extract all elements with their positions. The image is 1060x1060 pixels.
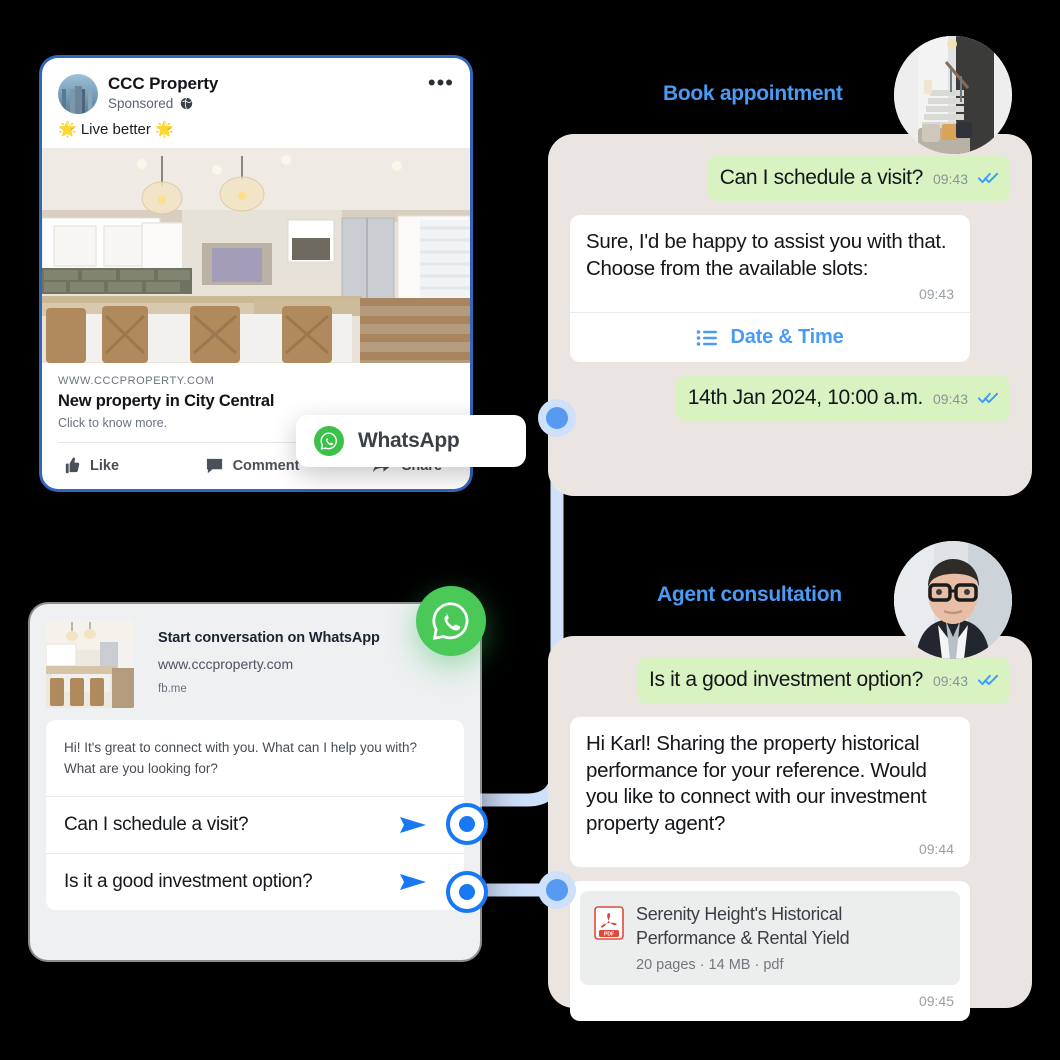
message-text: Can I schedule a visit? (719, 166, 924, 189)
list-icon (697, 329, 718, 346)
whatsapp-icon (432, 602, 469, 640)
message-text: Hi Karl! Sharing the property historical… (586, 731, 927, 835)
message-row-outgoing: Is it a good investment option? 09:43 (570, 658, 1010, 703)
message-time: 09:43 (932, 391, 968, 408)
page-name: CCC Property (108, 74, 219, 93)
message-time: 09:44 (918, 841, 954, 858)
slot-card-time: 09:43 (918, 286, 954, 303)
like-label: Like (90, 457, 120, 474)
message-row-outgoing: 14th Jan 2024, 10:00 a.m. 09:43 (570, 376, 1010, 422)
quick-reply-option-1[interactable]: Can I schedule a visit? (46, 795, 464, 853)
read-ticks-icon (978, 172, 998, 184)
comment-icon (206, 458, 222, 474)
quick-reply-label-2: Is it a good investment option? (64, 870, 313, 892)
message-time: 09:43 (932, 673, 968, 689)
sponsored-label: Sponsored (108, 95, 174, 111)
thumbs-up-icon (65, 457, 80, 474)
globe-icon (181, 97, 193, 109)
slot-card-text: Sure, I'd be happy to assist you with th… (586, 229, 947, 280)
message-time: 09:43 (932, 171, 968, 187)
quick-reply-node-1 (446, 803, 488, 845)
whatsapp-entry-card[interactable]: Start conversation on WhatsApp www.cccpr… (30, 604, 480, 960)
document-time: 09:45 (918, 993, 954, 1010)
connector-node-bottom (538, 871, 576, 909)
chat-bubble-incoming: Hi Karl! Sharing the property historical… (570, 716, 970, 868)
document-meta: 20 pages · 14 MB · pdf (636, 957, 784, 974)
chat-bubble-document[interactable]: PDF Serenity Height's Historical Perform… (570, 881, 970, 1022)
read-ticks-icon (978, 674, 998, 686)
whatsapp-cta-pill[interactable]: WhatsApp (296, 415, 526, 467)
chat-bubble-outgoing: 14th Jan 2024, 10:00 a.m. 09:43 (675, 376, 1010, 422)
quick-reply-node-2 (446, 871, 488, 913)
read-ticks-icon (978, 393, 998, 404)
agent-consultation-panel: Is it a good investment option? 09:43 Hi… (548, 636, 1032, 1022)
entry-greeting-text: Hi! It's great to connect with you. What… (64, 740, 418, 776)
ad-link-title: New property in City Central (58, 392, 275, 410)
whatsapp-floating-button[interactable] (416, 586, 486, 656)
svg-text:PDF: PDF (604, 932, 614, 938)
entry-card-url: www.cccproperty.com (158, 656, 294, 672)
book-appointment-panel: Can I schedule a visit? 09:43 Sure, I'd … (548, 134, 1032, 496)
whatsapp-cta-label: WhatsApp (358, 429, 460, 452)
quick-reply-label-1: Can I schedule a visit? (64, 813, 249, 835)
chat-bubble-outgoing: Can I schedule a visit? 09:43 (707, 156, 1010, 201)
more-options-icon[interactable]: ••• (428, 72, 454, 94)
like-button[interactable]: Like (62, 456, 189, 475)
message-text: Is it a good investment option? (648, 668, 923, 691)
book-appointment-avatar (894, 36, 1012, 154)
entry-card-meta: Start conversation on WhatsApp www.cccpr… (134, 620, 380, 708)
connector-node-top (538, 399, 576, 437)
ad-caption: 🌟 Live better 🌟 (58, 121, 174, 138)
chat-bubble-outgoing: Is it a good investment option? 09:43 (636, 658, 1010, 703)
date-time-label: Date & Time (730, 326, 844, 349)
quick-reply-option-2[interactable]: Is it a good investment option? (46, 852, 464, 910)
ad-header: CCC Property Sponsored ••• (42, 58, 470, 120)
entry-card-title: Start conversation on WhatsApp (158, 630, 380, 646)
chat-bubble-slot-card: Sure, I'd be happy to assist you with th… (570, 214, 970, 363)
composition-root: CCC Property Sponsored ••• 🌟 Live better… (0, 0, 1060, 1060)
entry-card-inner: Start conversation on WhatsApp www.cccpr… (46, 620, 464, 910)
send-icon[interactable] (398, 813, 428, 837)
page-avatar (58, 74, 98, 114)
message-row-outgoing: Can I schedule a visit? 09:43 (570, 156, 1010, 201)
entry-card-preview: Start conversation on WhatsApp www.cccpr… (46, 620, 464, 708)
ad-link-url: WWW.CCCPROPERTY.COM (58, 375, 215, 387)
ad-photo-kitchen (42, 148, 470, 363)
comment-label: Comment (232, 457, 300, 474)
document-details: Serenity Height's Historical Performance… (636, 903, 946, 973)
page-identity: CCC Property Sponsored (108, 74, 428, 111)
document-name: Serenity Height's Historical Performance… (636, 904, 850, 948)
document-attachment[interactable]: PDF Serenity Height's Historical Perform… (580, 891, 960, 986)
entry-card-conversation: Hi! It's great to connect with you. What… (46, 720, 464, 910)
send-icon[interactable] (398, 870, 428, 894)
message-row-incoming-card: Sure, I'd be happy to assist you with th… (570, 214, 1010, 363)
message-text: 14th Jan 2024, 10:00 a.m. (687, 386, 924, 410)
entry-card-thumbnail (46, 620, 134, 708)
entry-card-source: fb.me (158, 683, 187, 695)
message-row-incoming: Hi Karl! Sharing the property historical… (570, 716, 1010, 868)
book-appointment-title: Book appointment (663, 82, 843, 105)
whatsapp-icon (314, 426, 344, 456)
message-row-document: PDF Serenity Height's Historical Perform… (570, 881, 1010, 1022)
pdf-file-icon: PDF (594, 906, 624, 941)
date-time-button[interactable]: Date & Time (570, 313, 970, 362)
agent-consultation-avatar (894, 541, 1012, 659)
agent-consultation-title: Agent consultation (657, 583, 842, 606)
